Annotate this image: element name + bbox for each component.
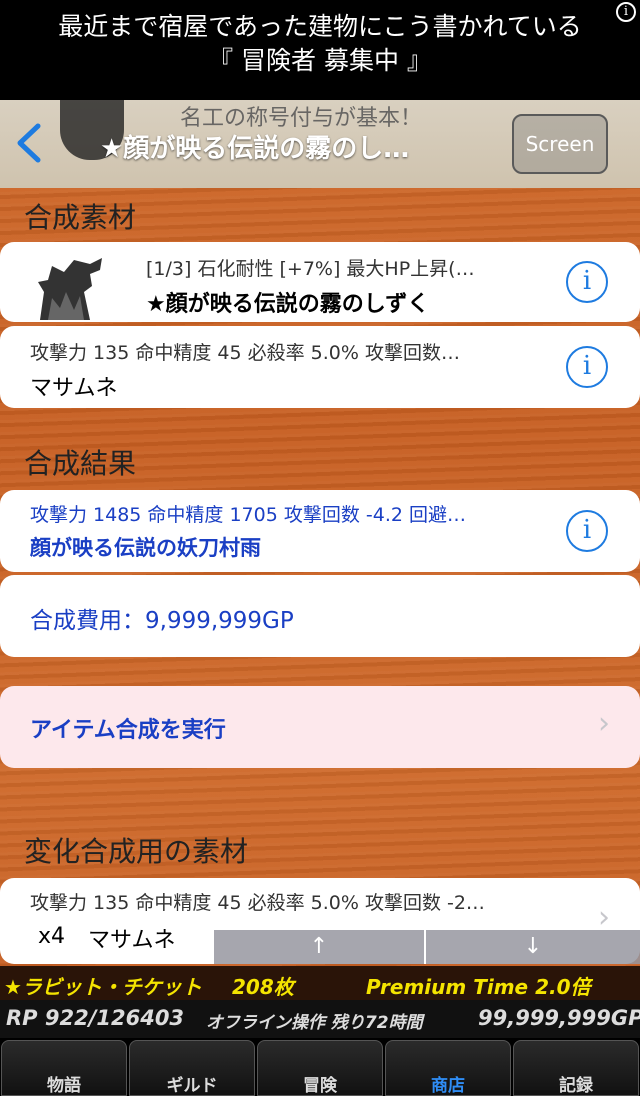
material-row-2[interactable]: 攻撃力 135 命中精度 45 必殺率 5.0% 攻撃回数… マサムネ i (0, 326, 640, 408)
gp-counter: 99,999,999GP (478, 1006, 640, 1030)
execute-label: アイテム合成を実行 (30, 718, 226, 743)
material-1-stats: [1/3] 石化耐性 [+7%] 最大HP上昇(… (146, 258, 475, 280)
change-material-stats: 攻撃力 135 命中精度 45 必殺率 5.0% 攻撃回数 -2… (30, 892, 485, 914)
back-chevron-icon[interactable] (14, 122, 44, 164)
top-banner[interactable]: 最近まで宿屋であった建物にこう書かれている 『 冒険者 募集中 』 i (0, 0, 640, 100)
rp-counter: RP 922/126403 (6, 1006, 185, 1030)
info-icon[interactable]: i (566, 346, 608, 388)
tab-record[interactable]: 記録 (513, 1040, 639, 1096)
tab-bar: 物語 ギルド 冒険 商店 記録 (0, 1038, 640, 1096)
offline-remaining: オフライン操作 残り72時間 (206, 1013, 423, 1033)
material-1-name: ★顔が映る伝説の霧のしずく (146, 292, 430, 317)
ticket-label: ★ラビット・チケット (4, 975, 202, 999)
change-material-qty: x4 (38, 924, 66, 949)
material-2-name: マサムネ (30, 376, 118, 401)
result-row[interactable]: 攻撃力 1485 命中精度 1705 攻撃回数 -4.2 回避… 顔が映る伝説の… (0, 490, 640, 572)
cost-row: 合成費用：9,999,999GP (0, 575, 640, 657)
chevron-right-icon: › (598, 706, 610, 741)
banner-info-icon[interactable]: i (616, 2, 636, 22)
banner-line-1: 最近まで宿屋であった建物にこう書かれている (58, 12, 582, 41)
ticket-bar: ★ラビット・チケット 208枚 Premium Time 2.0倍 (0, 966, 640, 1000)
section-header-change: 変化合成用の素材 (24, 835, 249, 868)
scroll-up-button[interactable]: ↑ (214, 930, 424, 964)
section-header-result: 合成結果 (24, 447, 137, 480)
change-material-name: マサムネ (88, 928, 176, 953)
info-icon[interactable]: i (566, 261, 608, 303)
result-name: 顔が映る伝説の妖刀村雨 (30, 536, 261, 560)
banner-line-2: 『 冒険者 募集中 』 (208, 46, 432, 75)
result-stats: 攻撃力 1485 命中精度 1705 攻撃回数 -4.2 回避… (30, 504, 467, 526)
screen-button[interactable]: Screen (512, 114, 608, 174)
scroll-down-button[interactable]: ↓ (426, 930, 640, 964)
material-2-stats: 攻撃力 135 命中精度 45 必殺率 5.0% 攻撃回数… (30, 342, 460, 364)
tab-adventure[interactable]: 冒険 (257, 1040, 383, 1096)
tab-story[interactable]: 物語 (1, 1040, 127, 1096)
tab-guild[interactable]: ギルド (129, 1040, 255, 1096)
material-row-1[interactable]: [1/3] 石化耐性 [+7%] 最大HP上昇(… ★顔が映る伝説の霧のしずく … (0, 242, 640, 322)
info-icon[interactable]: i (566, 510, 608, 552)
ticket-count: 208枚 (232, 975, 294, 999)
premium-time: Premium Time 2.0倍 (366, 975, 591, 999)
tab-shop[interactable]: 商店 (385, 1040, 511, 1096)
item-thumbnail-icon (30, 252, 116, 320)
cost-text: 合成費用：9,999,999GP (30, 608, 294, 634)
status-bar: RP 922/126403 オフライン操作 残り72時間 99,999,999G… (0, 1000, 640, 1038)
section-header-materials: 合成素材 (24, 201, 137, 234)
page-title: ★顔が映る伝説の霧のし… (100, 134, 410, 164)
execute-synthesis-button[interactable]: アイテム合成を実行 › (0, 686, 640, 768)
